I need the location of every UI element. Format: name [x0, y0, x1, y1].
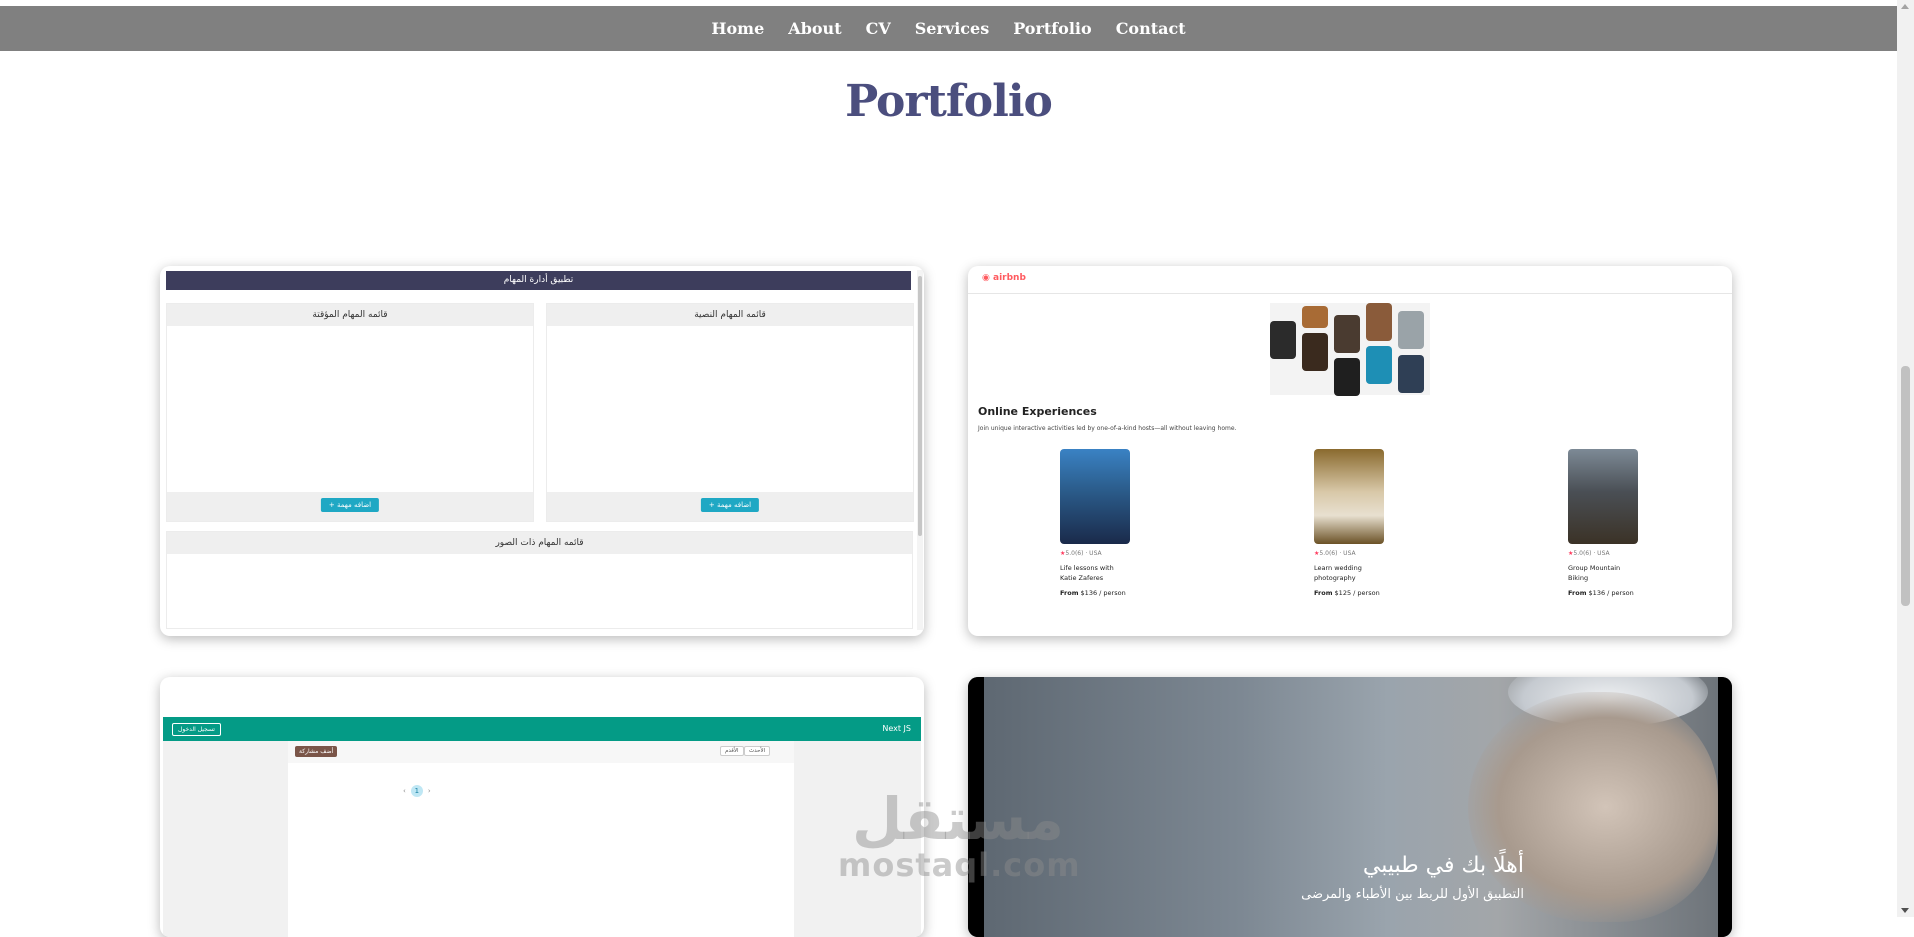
task-app-header: تطبيق أدارة المهام	[166, 271, 911, 290]
portfolio-title: Portfolio	[845, 76, 1053, 127]
experience-card[interactable]: ★5.0(6) · USA Life lessons with Katie Za…	[1060, 449, 1150, 597]
scroll-down-arrow-icon[interactable]	[1901, 908, 1909, 913]
text-tasks-column: قائمه المهام النصية + اضافه مهمة	[546, 303, 914, 522]
experience-name: Group Mountain Biking	[1568, 564, 1621, 582]
temp-tasks-column: قائمه المهام المؤقتة + اضافه مهمة	[166, 303, 534, 522]
text-tasks-footer: + اضافه مهمة	[547, 492, 913, 521]
grid-photo	[1398, 311, 1424, 349]
current-page[interactable]: 1	[410, 785, 423, 797]
grid-photo	[1366, 346, 1392, 384]
experience-rating: ★5.0(6) · USA	[1568, 550, 1610, 557]
doctor-app-subtitle: التطبيق الأول للربط بين الأطباء والمرضى	[1301, 887, 1524, 902]
nextjs-content	[288, 741, 794, 937]
portfolio-card-doctor-app[interactable]: أهلًا بك في طبيبي التطبيق الأول للربط بي…	[968, 677, 1732, 937]
login-button[interactable]: تسجيل الدخول	[172, 723, 221, 736]
page-scrollbar[interactable]	[1897, 0, 1914, 917]
add-temp-task-button[interactable]: + اضافه مهمة	[320, 498, 380, 512]
experience-card[interactable]: ★5.0(6) · USA Learn wedding photography …	[1314, 449, 1404, 597]
next-page-icon[interactable]: ›	[428, 787, 431, 795]
nextjs-navbar: تسجيل الدخول Next JS	[163, 717, 921, 741]
experience-photo	[1314, 449, 1384, 544]
grid-photo	[1302, 306, 1328, 328]
experience-rating: ★5.0(6) · USA	[1314, 550, 1356, 557]
filter-latest-button[interactable]: الأحدث	[744, 746, 771, 756]
experience-price: From $136 / person	[1568, 589, 1634, 597]
portfolio-card-nextjs[interactable]: تسجيل الدخول Next JS أضف مشاركة الأحدث ا…	[160, 677, 924, 937]
add-post-button[interactable]: أضف مشاركة	[295, 746, 338, 757]
prev-page-icon[interactable]: ‹	[403, 787, 406, 795]
doctor-app-title: أهلًا بك في طبيبي	[1362, 853, 1524, 878]
grid-photo	[1270, 321, 1296, 359]
right-black-edge	[1718, 677, 1732, 937]
airbnb-header: ◉ airbnb	[968, 266, 1732, 294]
nav-about[interactable]: About	[788, 19, 841, 38]
task-app-scrollbar[interactable]	[917, 270, 923, 630]
image-tasks-title: قائمه المهام ذات الصور	[167, 532, 912, 554]
grid-photo	[1366, 303, 1392, 341]
left-black-edge	[968, 677, 984, 937]
scroll-up-arrow-icon[interactable]	[1901, 4, 1909, 9]
add-text-task-button[interactable]: + اضافه مهمة	[700, 498, 760, 512]
portfolio-card-airbnb[interactable]: ◉ airbnb Online Experiences Join unique …	[968, 266, 1732, 636]
text-tasks-title: قائمه المهام النصية	[547, 304, 913, 326]
nav-services[interactable]: Services	[915, 19, 989, 38]
scrollbar-thumb[interactable]	[1901, 366, 1910, 606]
experience-name: Learn wedding photography	[1314, 564, 1362, 582]
experience-rating: ★5.0(6) · USA	[1060, 550, 1102, 557]
nextjs-brand: Next JS	[882, 724, 911, 733]
airbnb-photo-grid	[1270, 303, 1430, 396]
grid-photo	[1334, 315, 1360, 353]
experience-card[interactable]: ★5.0(6) · USA Group Mountain Biking From…	[1568, 449, 1658, 597]
grid-photo	[1398, 355, 1424, 393]
experience-price: From $125 / person	[1314, 589, 1380, 597]
nav-cv[interactable]: CV	[866, 19, 891, 38]
grid-photo	[1302, 333, 1328, 371]
temp-tasks-title: قائمه المهام المؤقتة	[167, 304, 533, 326]
experiences-subtitle: Join unique interactive activities led b…	[978, 425, 1237, 432]
nav-portfolio[interactable]: Portfolio	[1013, 19, 1091, 38]
nav-contact[interactable]: Contact	[1116, 19, 1186, 38]
experience-photo	[1568, 449, 1638, 544]
experience-price: From $136 / person	[1060, 589, 1126, 597]
task-app-scroll-thumb[interactable]	[918, 276, 922, 536]
nextjs-toolbar: أضف مشاركة الأحدث الأقدم	[288, 741, 794, 763]
pagination: ‹ 1 ›	[403, 785, 431, 797]
airbnb-logo-icon: ◉	[982, 273, 990, 283]
temp-tasks-footer: + اضافه مهمة	[167, 492, 533, 521]
grid-photo	[1334, 358, 1360, 396]
main-navbar: Home About CV Services Portfolio Contact	[0, 6, 1897, 51]
portfolio-card-task-app[interactable]: تطبيق أدارة المهام قائمه المهام المؤقتة …	[160, 266, 924, 636]
airbnb-logo: ◉ airbnb	[982, 273, 1026, 283]
experience-photo	[1060, 449, 1130, 544]
filter-oldest-button[interactable]: الأقدم	[720, 746, 744, 756]
experiences-heading: Online Experiences	[978, 405, 1097, 418]
nav-home[interactable]: Home	[711, 19, 764, 38]
experience-name: Life lessons with Katie Zaferes	[1060, 564, 1114, 582]
image-tasks-column: قائمه المهام ذات الصور	[166, 531, 913, 629]
